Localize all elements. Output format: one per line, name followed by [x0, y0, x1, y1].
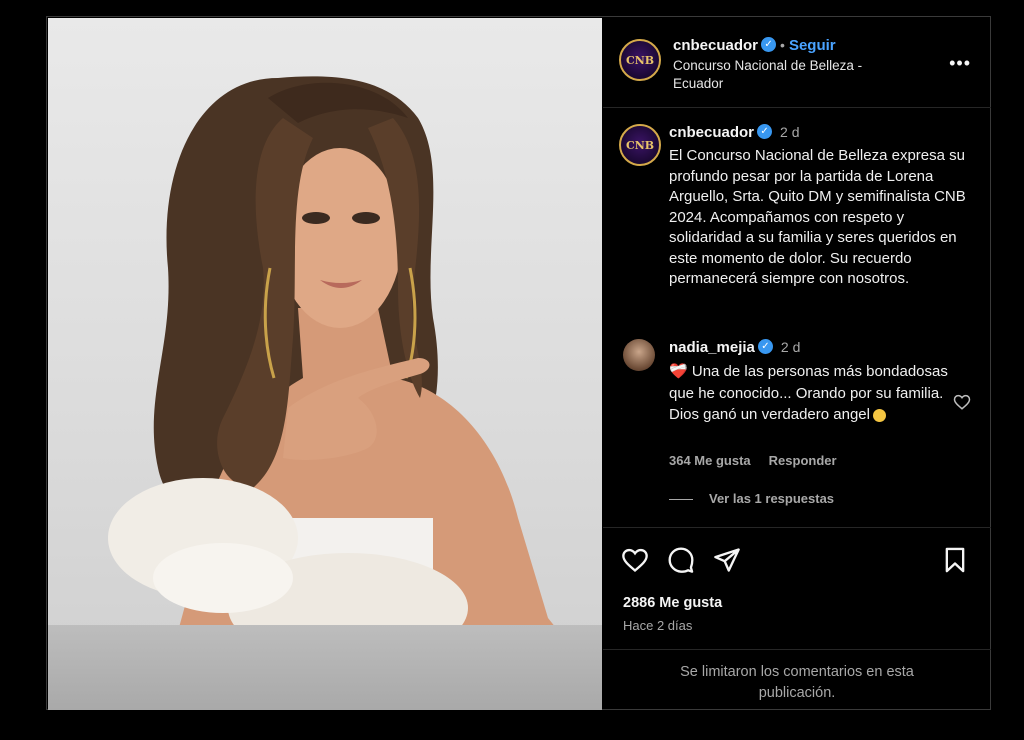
post-photo[interactable] — [48, 18, 602, 710]
table-surface — [48, 625, 602, 710]
comment-text: Una de las personas más bondadosas que h… — [669, 363, 948, 423]
more-options-icon[interactable]: ••• — [949, 53, 971, 74]
verified-badge-icon: ✓ — [761, 37, 777, 53]
account-avatar[interactable]: CNB — [619, 39, 661, 81]
follow-button[interactable]: Seguir — [789, 37, 836, 54]
comment-icon[interactable] — [667, 546, 695, 579]
comment-like-heart-icon[interactable] — [953, 393, 971, 416]
verified-badge-icon: ✓ — [757, 124, 773, 140]
account-username[interactable]: cnbecuador — [673, 37, 758, 54]
caption-time: 2 d — [780, 124, 800, 140]
replies-divider-line — [669, 499, 693, 501]
caption-header: cnbecuador ✓ 2 d — [669, 124, 800, 142]
view-replies-label: Ver las 1 respuestas — [709, 491, 835, 506]
caption-username[interactable]: cnbecuador — [669, 124, 754, 141]
separator-dot: • — [780, 37, 785, 53]
caption-text: El Concurso Nacional de Belleza expresa … — [669, 147, 966, 287]
share-icon[interactable] — [713, 546, 741, 579]
bookmark-icon[interactable] — [941, 546, 969, 579]
smile-emoji-icon — [872, 408, 886, 422]
post-timestamp: Hace 2 días — [623, 618, 693, 633]
header-title-row: cnbecuador ✓ • Seguir — [673, 37, 836, 55]
post-header: CNB cnbecuador ✓ • Seguir Concurso Nacional… — [603, 17, 991, 108]
post-likes-count[interactable]: 2886 Me gusta — [623, 595, 722, 611]
comments-limited-notice: Se limitaron los comentarios en esta pub… — [603, 649, 991, 709]
post-side-panel: CNB cnbecuador ✓ • Seguir Concurso Nacional… — [603, 17, 991, 709]
comment-item: nadia_mejia ✓ 2 d ❤️‍🩹 Una de las personas… — [603, 339, 991, 524]
portrait-illustration — [108, 76, 588, 668]
comment-likes-count[interactable]: 364 Me gusta — [669, 453, 751, 468]
reply-button[interactable]: Responder — [769, 453, 837, 468]
mending-heart-icon: ❤️‍🩹 — [669, 363, 688, 380]
comment-text-block: ❤️‍🩹 Una de las personas más bondadosas … — [669, 361, 949, 426]
comment-header: nadia_mejia ✓ 2 d — [669, 339, 800, 357]
comment-username[interactable]: nadia_mejia — [669, 339, 755, 356]
commenter-avatar[interactable] — [623, 339, 655, 371]
post-modal: CNB cnbecuador ✓ • Seguir Concurso Nacional… — [46, 16, 991, 710]
verified-badge-icon: ✓ — [757, 339, 773, 355]
comment-time: 2 d — [780, 339, 801, 355]
post-actions: 2886 Me gusta Hace 2 días — [603, 527, 991, 638]
comment-meta: 364 Me gusta Responder — [669, 453, 837, 468]
heart-icon[interactable] — [621, 546, 649, 579]
view-replies-button[interactable]: Ver las 1 respuestas — [669, 491, 834, 506]
caption-avatar[interactable]: CNB — [619, 124, 661, 166]
account-display-name: Concurso Nacional de Belleza - Ecuador — [673, 58, 863, 91]
